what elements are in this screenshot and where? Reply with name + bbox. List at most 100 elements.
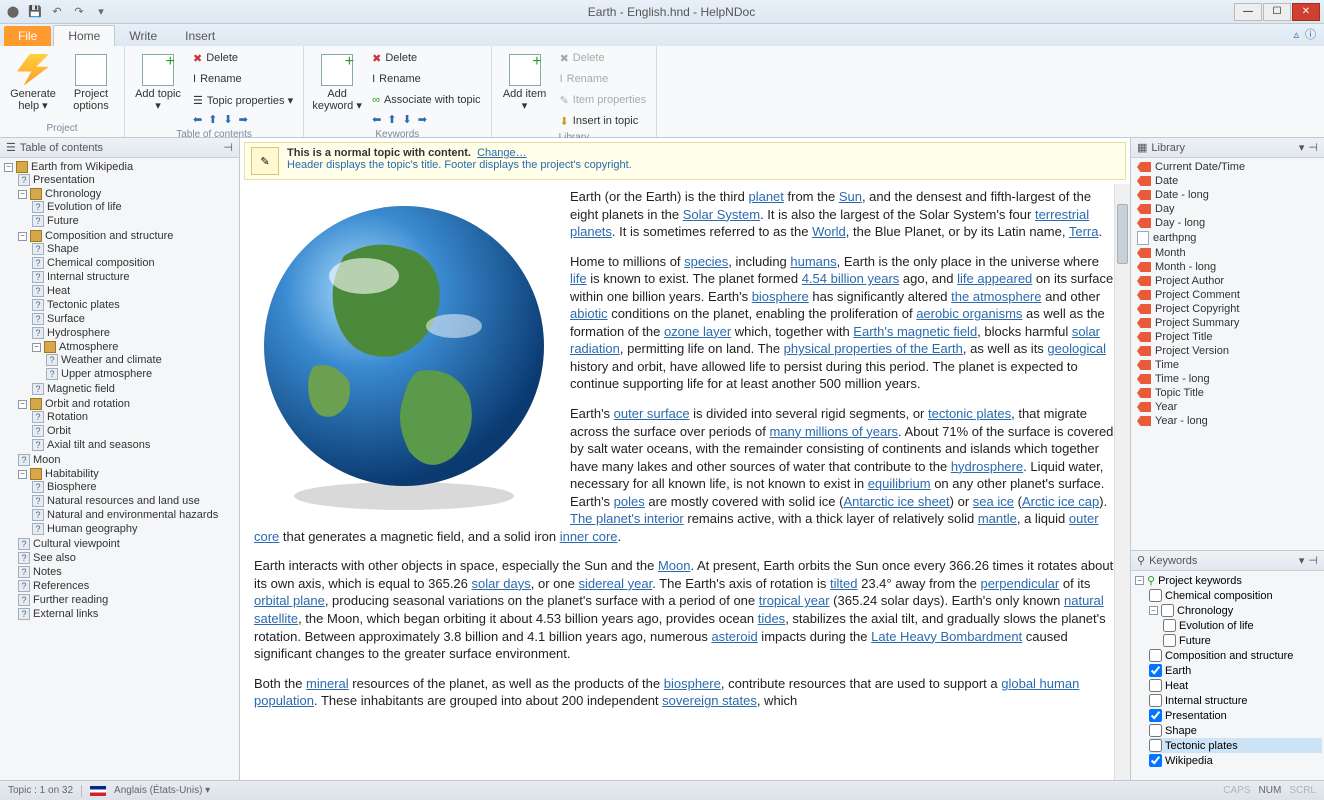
library-item[interactable]: Day — [1133, 202, 1322, 216]
add-item-button[interactable]: + Add item ▾ — [498, 48, 552, 118]
vertical-scrollbar[interactable] — [1114, 184, 1130, 780]
tree-item[interactable]: Cultural viewpoint — [33, 538, 120, 550]
collapse-icon[interactable]: − — [18, 470, 27, 479]
kw-checkbox[interactable] — [1149, 664, 1162, 677]
link-planet[interactable]: planet — [748, 189, 783, 204]
tree-item[interactable]: See also — [33, 552, 76, 564]
link-solar-days[interactable]: solar days — [472, 576, 531, 591]
library-item[interactable]: Month — [1133, 246, 1322, 260]
tree-item[interactable]: Chemical composition — [47, 257, 155, 269]
tree-item[interactable]: Orbit — [47, 425, 71, 437]
qat-save-icon[interactable]: 💾 — [26, 3, 44, 21]
kw-item[interactable]: Tectonic plates — [1165, 740, 1238, 752]
link-abiotic[interactable]: abiotic — [570, 306, 608, 321]
kw-checkbox[interactable] — [1149, 739, 1162, 752]
ribbon-minimize-icon[interactable]: ▵ — [1293, 28, 1299, 41]
collapse-icon[interactable]: − — [18, 400, 27, 409]
lib-insert-button[interactable]: ⬇Insert in topic — [556, 111, 651, 131]
link-physical-props[interactable]: physical properties of the Earth — [784, 341, 963, 356]
tab-file[interactable]: File — [4, 26, 51, 46]
scrollbar-thumb[interactable] — [1117, 204, 1128, 264]
collapse-icon[interactable]: − — [4, 163, 13, 172]
tree-item[interactable]: Presentation — [33, 174, 95, 186]
link-interior[interactable]: The planet's interior — [570, 511, 684, 526]
panel-menu-icon[interactable]: ▾ — [1299, 141, 1305, 154]
link-magnetic-field[interactable]: Earth's magnetic field — [853, 324, 977, 339]
kw-checkbox[interactable] — [1149, 754, 1162, 767]
link-solar-system[interactable]: Solar System — [683, 207, 760, 222]
collapse-icon[interactable]: − — [18, 232, 27, 241]
status-language[interactable]: Anglais (États-Unis) ▾ — [114, 785, 210, 796]
kw-checkbox[interactable] — [1149, 679, 1162, 692]
lib-delete-button[interactable]: ✖Delete — [556, 48, 651, 68]
kw-checkbox[interactable] — [1149, 589, 1162, 602]
tree-item[interactable]: Habitability — [45, 468, 99, 480]
minimize-button[interactable]: — — [1234, 3, 1262, 21]
kw-item[interactable]: Heat — [1165, 680, 1188, 692]
library-item[interactable]: Time — [1133, 358, 1322, 372]
library-item[interactable]: Project Copyright — [1133, 302, 1322, 316]
help-icon[interactable]: ⓘ — [1305, 26, 1316, 42]
kw-checkbox[interactable] — [1149, 724, 1162, 737]
pin-icon[interactable]: ⊣ — [223, 141, 233, 154]
link-sea-ice[interactable]: sea ice — [973, 494, 1014, 509]
library-item[interactable]: Project Version — [1133, 344, 1322, 358]
lib-rename-button[interactable]: IRename — [556, 69, 651, 89]
link-tides[interactable]: tides — [758, 611, 785, 626]
library-item[interactable]: Year — [1133, 400, 1322, 414]
toc-delete-button[interactable]: ✖Delete — [189, 48, 297, 68]
toc-tree[interactable]: −Earth from Wikipedia ?Presentation −Chr… — [0, 158, 239, 780]
link-hydrosphere[interactable]: hydrosphere — [951, 459, 1023, 474]
library-item[interactable]: Date - long — [1133, 188, 1322, 202]
library-item[interactable]: Project Author — [1133, 274, 1322, 288]
link-life[interactable]: life — [570, 271, 587, 286]
kw-item[interactable]: Presentation — [1165, 710, 1227, 722]
add-keyword-button[interactable]: + Add keyword ▾ — [310, 48, 364, 118]
kw-item[interactable]: Future — [1179, 635, 1211, 647]
link-sun[interactable]: Sun — [839, 189, 862, 204]
panel-menu-icon[interactable]: ▾ — [1299, 554, 1305, 567]
link-mineral[interactable]: mineral — [306, 676, 349, 691]
link-aerobic[interactable]: aerobic organisms — [916, 306, 1022, 321]
close-button[interactable]: ✕ — [1292, 3, 1320, 21]
kw-item[interactable]: Composition and structure — [1165, 650, 1293, 662]
project-options-button[interactable]: Project options — [64, 48, 118, 118]
library-item[interactable]: Current Date/Time — [1133, 160, 1322, 174]
tree-item[interactable]: Further reading — [33, 594, 108, 606]
link-ozone[interactable]: ozone layer — [664, 324, 731, 339]
link-million-years[interactable]: many millions of years — [769, 424, 898, 439]
link-tectonic[interactable]: tectonic plates — [928, 406, 1011, 421]
arrow-left-icon[interactable]: ⬅ — [372, 113, 381, 126]
kw-item[interactable]: Shape — [1165, 725, 1197, 737]
kw-item[interactable]: Chronology — [1177, 605, 1233, 617]
arrow-left-icon[interactable]: ⬅ — [193, 113, 202, 126]
link-outer-surface[interactable]: outer surface — [614, 406, 690, 421]
kw-item[interactable]: Wikipedia — [1165, 755, 1213, 767]
tree-item[interactable]: Biosphere — [47, 481, 97, 493]
kw-delete-button[interactable]: ✖Delete — [368, 48, 484, 68]
link-atmosphere[interactable]: the atmosphere — [951, 289, 1041, 304]
tree-item[interactable]: Atmosphere — [59, 341, 118, 353]
tree-item[interactable]: Hydrosphere — [47, 327, 110, 339]
library-item[interactable]: Month - long — [1133, 260, 1322, 274]
collapse-icon[interactable]: − — [1149, 606, 1158, 615]
tree-item[interactable]: Weather and climate — [61, 354, 162, 366]
tab-insert[interactable]: Insert — [171, 26, 229, 46]
add-topic-button[interactable]: + Add topic ▾ — [131, 48, 185, 118]
link-geological[interactable]: geological — [1047, 341, 1106, 356]
tree-item[interactable]: Magnetic field — [47, 383, 115, 395]
tab-write[interactable]: Write — [115, 26, 171, 46]
tree-item[interactable]: Internal structure — [47, 271, 130, 283]
tree-item[interactable]: Shape — [47, 243, 79, 255]
link-arctic[interactable]: Arctic ice cap — [1022, 494, 1099, 509]
arrow-down-icon[interactable]: ⬇ — [223, 113, 232, 126]
link-terra[interactable]: Terra — [1069, 224, 1099, 239]
library-list[interactable]: Current Date/TimeDateDate - longDayDay -… — [1131, 158, 1324, 550]
keywords-tree[interactable]: −⚲Project keywords Chemical composition … — [1131, 571, 1324, 780]
tree-item[interactable]: External links — [33, 608, 98, 620]
link-world[interactable]: World — [812, 224, 846, 239]
library-item[interactable]: Time - long — [1133, 372, 1322, 386]
link-billion-years[interactable]: 4.54 billion years — [802, 271, 900, 286]
kw-checkbox[interactable] — [1149, 709, 1162, 722]
tree-item[interactable]: Surface — [47, 313, 85, 325]
